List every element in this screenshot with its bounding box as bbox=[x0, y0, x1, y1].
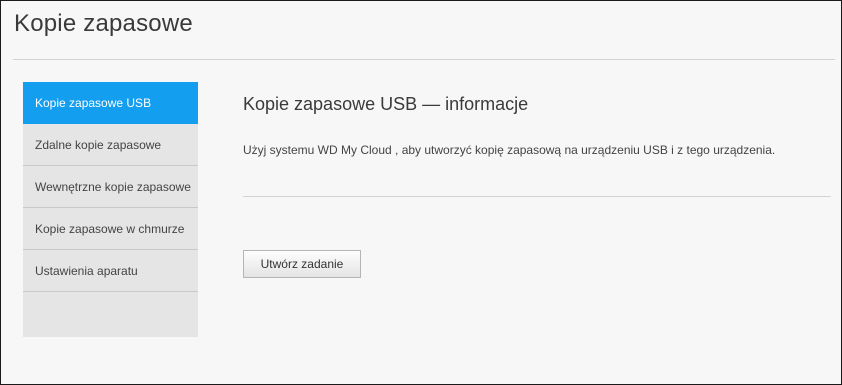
title-divider bbox=[13, 59, 835, 60]
section-description: Użyj systemu WD My Cloud , aby utworzyć … bbox=[243, 143, 776, 157]
sidebar-item-remote-backups[interactable]: Zdalne kopie zapasowe bbox=[23, 124, 198, 166]
create-job-button[interactable]: Utwórz zadanie bbox=[243, 250, 361, 278]
sidebar-item-camera-settings[interactable]: Ustawienia aparatu bbox=[23, 250, 198, 292]
page-title: Kopie zapasowe bbox=[14, 10, 193, 37]
sidebar-item-internal-backups[interactable]: Wewnętrzne kopie zapasowe bbox=[23, 166, 198, 208]
sidebar-item-usb-backups[interactable]: Kopie zapasowe USB bbox=[23, 82, 198, 124]
sidebar-item-cloud-backups[interactable]: Kopie zapasowe w chmurze bbox=[23, 208, 198, 250]
sidebar: Kopie zapasowe USB Zdalne kopie zapasowe… bbox=[23, 82, 198, 337]
app-frame: Kopie zapasowe Kopie zapasowe USB Zdalne… bbox=[0, 0, 842, 385]
content-divider bbox=[243, 196, 831, 197]
section-title: Kopie zapasowe USB — informacje bbox=[243, 94, 529, 114]
